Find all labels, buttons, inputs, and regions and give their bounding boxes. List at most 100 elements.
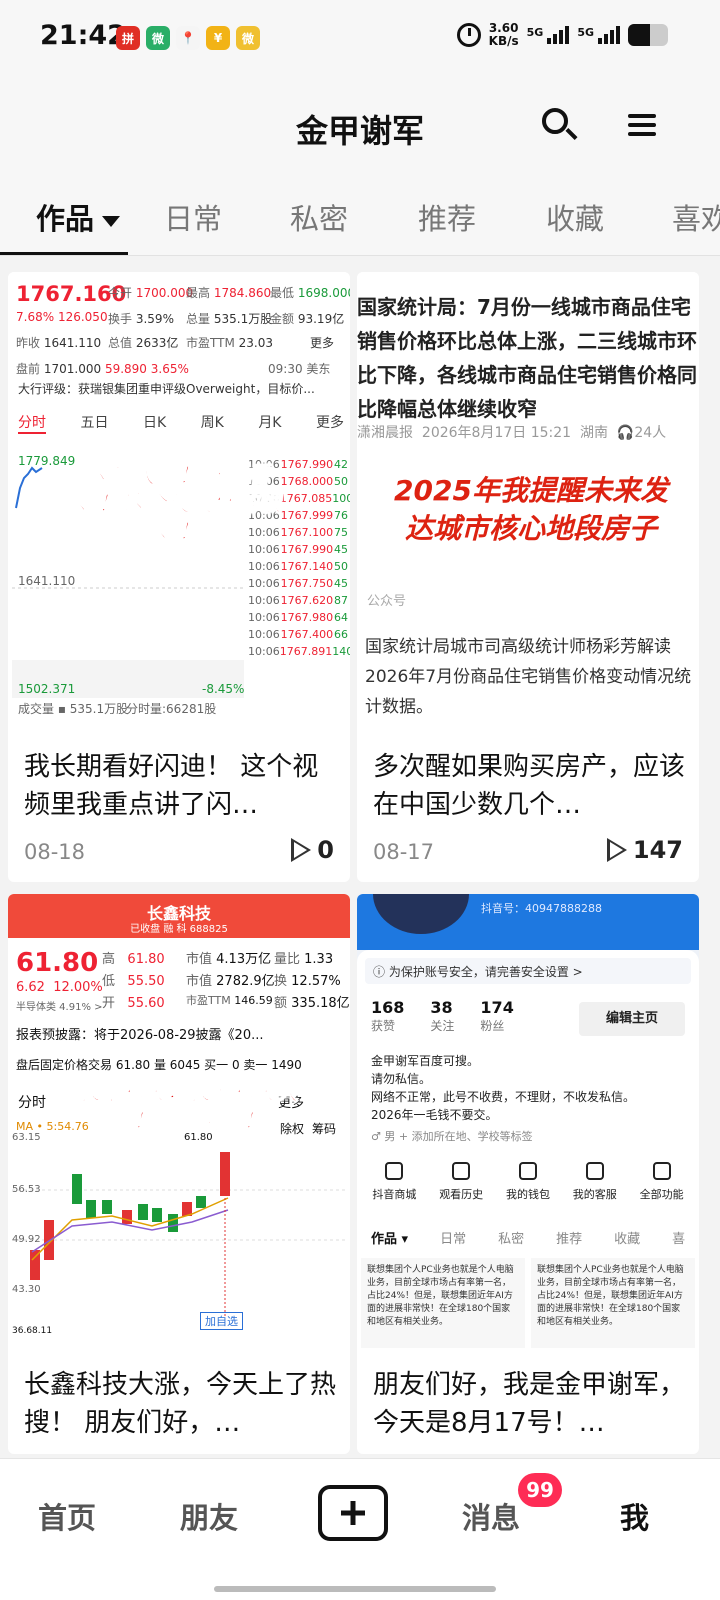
profile-stat: 174 粉丝 — [480, 998, 514, 1033]
stock-price: 61.80 — [16, 948, 99, 978]
function-row: 抖音商城 观看历史 我的钱包 我的客服 全部功能 — [361, 1162, 695, 1202]
active-tab-indicator — [0, 252, 128, 255]
chart-tabs: 分时 五日 日K 周K 月K 更多 — [18, 412, 344, 434]
candlestick-chart — [12, 1152, 346, 1316]
tick-row: 10:06 1767.140 50 — [248, 560, 348, 573]
profile-stat: 38 关注 — [430, 998, 455, 1033]
profile-stats: 168 获赞 38 关注 174 粉丝 — [371, 998, 514, 1034]
tab-favorites[interactable]: 收藏 — [546, 196, 604, 238]
nav-me[interactable]: 我 — [620, 1495, 649, 1537]
tab-private[interactable]: 私密 — [290, 196, 348, 238]
profile-tabs: 作品 ▾ 日常 私密 推荐 收藏 喜 — [371, 1228, 699, 1247]
chart-tab: 五日 — [80, 415, 109, 431]
play-count: 0 — [291, 836, 334, 864]
caret-down-icon — [102, 215, 121, 227]
page-title: 金甲谢军 — [295, 112, 424, 150]
edit-profile-button: 编辑主页 — [579, 1002, 685, 1036]
plus-icon[interactable] — [318, 1485, 388, 1541]
profile-tab: 喜 — [672, 1232, 686, 1247]
video-date: 08-18 — [24, 840, 86, 864]
video-card[interactable]: 国家统计局：7月份一线城市商品住宅销售价格环比总体上涨，二三线城市环比下降，各线… — [357, 272, 699, 882]
stock-code: 已收盘 融 科 688825 — [130, 924, 228, 935]
nav-friends[interactable]: 朋友 — [180, 1495, 238, 1537]
wallet-icon: ¥ — [206, 26, 230, 50]
profile-tab: 作品 ▾ — [371, 1232, 409, 1247]
clock: 21:42 — [40, 20, 126, 51]
hamburger-menu-icon[interactable] — [628, 110, 658, 140]
overlay-caption: 长电科技，长鑫科技大涨！上热搜了！ — [77, 1081, 298, 1135]
news-meta: 潇湘晨报 2026年8月17日 15:21 湖南 🎧24人 — [357, 425, 667, 441]
profile-bio: 金甲谢军百度可搜。 请勿私信。 网络不正常，此号不收费，不理财，不收发私信。 2026… — [371, 1052, 635, 1124]
bio-line: 2026年一毛钱不要交。 — [371, 1108, 498, 1122]
tab-recommend[interactable]: 推荐 — [418, 196, 476, 238]
chart-tab: 更多 — [315, 415, 344, 431]
play-count: 147 — [606, 836, 683, 864]
avatar — [373, 894, 469, 934]
douyin-id: 抖音号：40947888288 — [481, 902, 602, 915]
video-title: 我长期看好闪迪！ 这个视频里我重点讲了闪… — [24, 752, 319, 820]
add-watchlist-tag: 加自选 — [200, 1312, 243, 1330]
video-date: 08-17 — [373, 840, 435, 864]
chart-tab: 周K — [200, 415, 224, 431]
bio-line: 金甲谢军百度可搜。 — [371, 1054, 480, 1068]
weibo-icon: 微 — [236, 26, 260, 50]
official-account-label: 公众号 — [367, 594, 407, 609]
tick-row: 10:06 1767.980 64 — [248, 611, 348, 624]
maps-icon: 📍 — [176, 26, 200, 50]
battery-icon — [628, 24, 668, 46]
tick-row: 10:06 1767.750 45 — [248, 577, 348, 590]
signal-icon: 5G — [527, 26, 570, 44]
mini-thumb-right: 联想集团个人PC业务也就是个人电脑业务，目前全球市场占有率第一名，占比24%！但… — [531, 1258, 695, 1348]
video-thumbnail: 长鑫科技 已收盘 融 科 688825 61.80 6.62 12.00% 半导… — [8, 894, 350, 1348]
news-body: 国家统计局城市司高级统计师杨彩芳解读2026年7月份商品住宅销售价格变动情况统计… — [365, 637, 692, 717]
tab-works-label: 作品 — [36, 202, 95, 236]
stock-header: 长鑫科技 已收盘 融 科 688825 — [8, 894, 350, 938]
video-thumbnail: 国家统计局：7月份一线城市商品住宅销售价格环比总体上涨，二三线城市环比下降，各线… — [357, 272, 699, 728]
tick-row: 10:06 1767.620 87 — [248, 594, 348, 607]
video-title: 多次醒如果购买房产，应该在中国少数几个… — [373, 752, 686, 820]
sim1-label: 5G — [526, 26, 544, 39]
tick-row: 10:06 1767.400 66 — [248, 628, 348, 641]
content-tabs: 作品 日常 私密 推荐 收藏 喜欢 — [0, 180, 720, 256]
bottom-navigation: 首页 朋友 消息 99 我 — [0, 1458, 720, 1600]
tick-row: 10:06 1767.891 140 — [248, 645, 350, 658]
overlay-caption: 闪迪大涨！继续看好！这个波段做的很好！ — [74, 463, 282, 546]
play-count-value: 0 — [317, 836, 334, 864]
alarm-icon — [456, 23, 481, 47]
video-thumbnail: 抖音号：40947888288 ⓘ 为保护账号安全，请完善安全设置 > 168 获… — [357, 894, 699, 1348]
function-item: 观看历史 — [439, 1162, 483, 1202]
mini-thumb-left: 联想集团个人PC业务也就是个人电脑业务，目前全球市场占有率第一名，占比24%！但… — [361, 1258, 525, 1348]
video-card[interactable]: 抖音号：40947888288 ⓘ 为保护账号安全，请完善安全设置 > 168 获… — [357, 894, 699, 1454]
tab-daily[interactable]: 日常 — [164, 196, 222, 238]
play-icon — [606, 838, 627, 862]
status-bar: 21:42 拼微 📍 ¥ 微 3.60 KB/s 5G 5G — [0, 0, 720, 76]
signal-icon-2: 5G — [577, 26, 620, 44]
nav-home[interactable]: 首页 — [38, 1495, 96, 1537]
video-card[interactable]: 长鑫科技 已收盘 融 科 688825 61.80 6.62 12.00% 半导… — [8, 894, 350, 1454]
video-card[interactable]: 1767.160 今开 1700.000 最高 1784.860 最低 1698… — [8, 272, 350, 882]
chart-tab: 月K — [258, 415, 282, 431]
messages-badge: 99 — [518, 1473, 562, 1507]
pinduoduo-icon: 拼 — [116, 26, 140, 50]
video-title: 朋友们好，我是金甲谢军，今天是8月17号！… — [373, 1370, 686, 1438]
nav-messages[interactable]: 消息 — [462, 1495, 520, 1537]
report-notice: 报表预披露：将于2026-08-29披露《20... — [16, 1028, 264, 1043]
home-indicator[interactable] — [214, 1586, 496, 1592]
play-icon — [291, 838, 312, 862]
function-item: 全部功能 — [640, 1162, 684, 1202]
net-speed-unit: KB/s — [488, 34, 519, 48]
system-indicators: 3.60 KB/s 5G 5G — [456, 22, 668, 48]
profile-banner: 抖音号：40947888288 — [357, 894, 699, 950]
video-title: 长鑫科技大涨，今天上了热搜！ 朋友们好，… — [24, 1370, 337, 1438]
bio-line: 请勿私信。 — [371, 1072, 432, 1086]
profile-tab: 日常 — [440, 1232, 467, 1247]
security-notice: ⓘ 为保护账号安全，请完善安全设置 > — [365, 958, 691, 984]
play-count-value: 147 — [632, 836, 683, 864]
tab-works[interactable]: 作品 — [36, 196, 121, 238]
function-item: 我的钱包 — [506, 1162, 550, 1202]
after-hours-row: 盘后固定价格交易 61.80 量 6045 买一 0 卖一 1490 — [16, 1058, 302, 1072]
profile-tags: ♂ 男 + 添加所在地、学校等标签 — [371, 1130, 533, 1143]
tab-likes[interactable]: 喜欢 — [672, 196, 720, 238]
search-icon[interactable] — [540, 106, 580, 146]
chart-tab: 分时 — [18, 412, 46, 434]
